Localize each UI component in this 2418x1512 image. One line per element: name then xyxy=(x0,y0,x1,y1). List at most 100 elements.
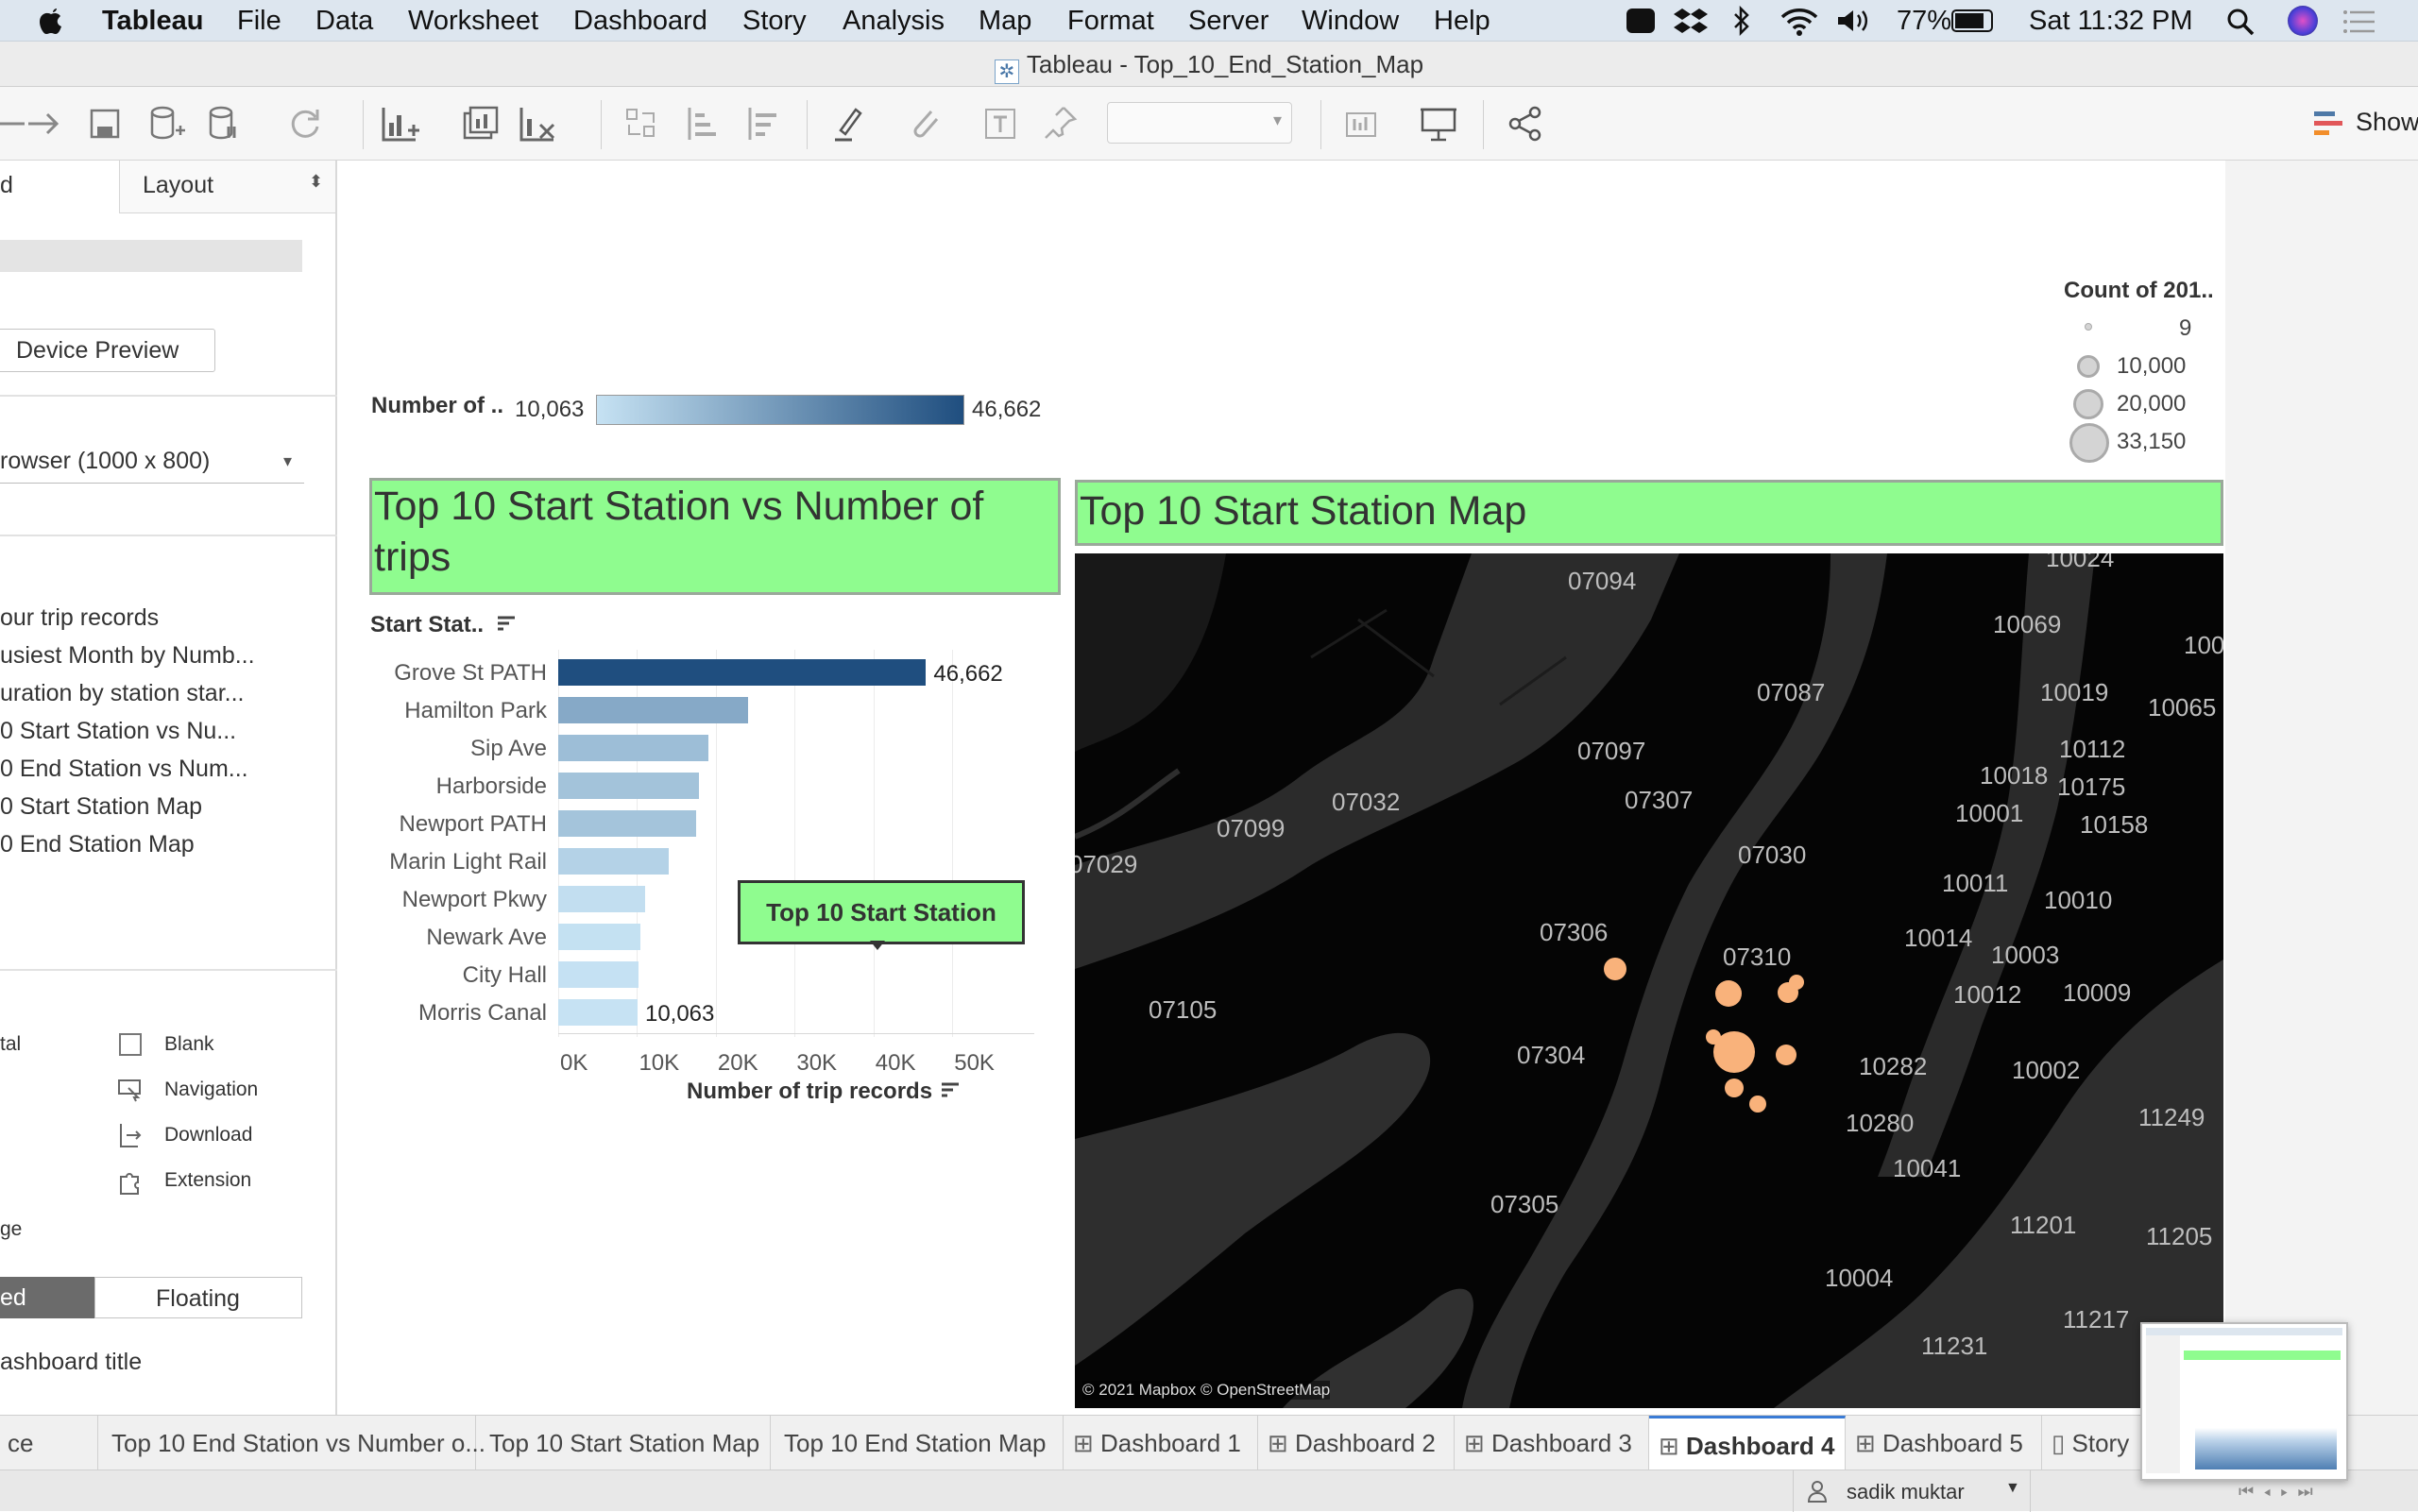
volume-icon[interactable] xyxy=(1836,8,1870,34)
story-tab[interactable]: ▯ Story xyxy=(2042,1416,2155,1470)
map-attribution[interactable]: © 2021 Mapbox © OpenStreetMap xyxy=(1082,1381,1331,1400)
layout-tab[interactable]: Layout ⬍ xyxy=(119,161,335,213)
bar[interactable] xyxy=(558,810,697,837)
dashboard-tab[interactable]: ⊞ Dashboard 5 xyxy=(1846,1416,2042,1470)
bar[interactable] xyxy=(558,886,645,912)
station-map[interactable]: 10024 07094 10069 100 07087 10019 10065 … xyxy=(1075,553,2223,1408)
menu-map[interactable]: Map xyxy=(979,6,1031,37)
fit-dropdown[interactable]: ▾ xyxy=(1107,102,1292,144)
object-navigation[interactable]: Navigation xyxy=(164,1079,258,1101)
dashboard-tab[interactable]: ⊞ Dashboard 1 xyxy=(1064,1416,1258,1470)
sheet-tab[interactable]: Top 10 End Station Map xyxy=(771,1416,1064,1470)
sort-ascending-icon[interactable] xyxy=(680,102,724,145)
sheet-navigation-arrows[interactable]: ⏮◂▸⏭ xyxy=(2239,1482,2323,1502)
bar[interactable] xyxy=(558,735,708,761)
notification-center-icon[interactable] xyxy=(2342,9,2376,34)
sheet-list-item[interactable]: uration by station star... xyxy=(0,680,244,707)
battery-icon[interactable] xyxy=(1951,9,1993,32)
tiled-toggle[interactable]: ed xyxy=(0,1277,94,1318)
device-preview-button[interactable]: Device Preview xyxy=(0,329,215,372)
dashboard-tab[interactable]: ⊞ Dashboard 2 xyxy=(1258,1416,1455,1470)
user-menu[interactable]: sadik muktar ▼ xyxy=(1793,1470,2031,1512)
highlight-icon[interactable] xyxy=(827,102,871,145)
dashboard-tab[interactable]: ⊞ Dashboard 3 xyxy=(1455,1416,1649,1470)
dashboard-tab-active[interactable]: ⊞ Dashboard 4 xyxy=(1649,1416,1846,1470)
menu-clock[interactable]: Sat 11:32 PM xyxy=(2029,6,2193,37)
menu-file[interactable]: File xyxy=(237,6,281,37)
sort-icon[interactable] xyxy=(940,1080,961,1101)
object-horizontal[interactable]: tal xyxy=(0,1033,21,1056)
station-marker[interactable] xyxy=(1776,1045,1796,1065)
show-me-icon[interactable] xyxy=(2314,110,2346,138)
menu-worksheet[interactable]: Worksheet xyxy=(408,6,538,37)
object-blank[interactable]: Blank xyxy=(164,1033,214,1056)
sort-icon[interactable] xyxy=(496,614,517,635)
station-marker[interactable] xyxy=(1713,1031,1755,1073)
floating-toggle[interactable]: Floating xyxy=(94,1277,302,1318)
bar[interactable] xyxy=(558,697,749,723)
station-marker[interactable] xyxy=(1715,980,1742,1007)
sheet-list-item[interactable]: 0 End Station vs Num... xyxy=(0,756,248,783)
object-extension[interactable]: Extension xyxy=(164,1169,251,1192)
sheet-tab[interactable]: Top 10 End Station vs Number o... xyxy=(98,1416,485,1470)
pin-icon[interactable] xyxy=(1039,102,1082,145)
sort-descending-icon[interactable] xyxy=(741,102,784,145)
sheet-tab[interactable]: ce xyxy=(0,1416,98,1470)
duplicate-sheet-icon[interactable] xyxy=(459,102,502,145)
screenshot-thumbnail[interactable] xyxy=(2140,1322,2348,1481)
siri-icon[interactable] xyxy=(2288,6,2318,36)
redo-icon[interactable] xyxy=(23,102,66,145)
show-mark-labels-icon[interactable] xyxy=(979,102,1022,145)
sheet-list-item[interactable]: 0 Start Station Map xyxy=(0,793,202,821)
share-icon[interactable] xyxy=(1504,102,1547,145)
menu-story[interactable]: Story xyxy=(742,6,807,37)
save-icon[interactable] xyxy=(83,102,127,145)
show-me-button[interactable]: Show xyxy=(2356,108,2418,137)
video-icon[interactable] xyxy=(1626,8,1655,33)
object-download[interactable]: Download xyxy=(164,1124,252,1147)
group-members-icon[interactable] xyxy=(903,102,946,145)
station-marker[interactable] xyxy=(1789,975,1804,990)
menu-dashboard[interactable]: Dashboard xyxy=(573,6,707,37)
clear-sheet-icon[interactable] xyxy=(516,102,559,145)
station-marker[interactable] xyxy=(1725,1079,1744,1097)
sheet-list-item[interactable]: 0 End Station Map xyxy=(0,831,195,858)
bar[interactable] xyxy=(558,659,927,686)
menu-window[interactable]: Window xyxy=(1302,6,1399,37)
apple-icon[interactable] xyxy=(38,5,64,35)
sheet-tab[interactable]: Top 10 Start Station Map xyxy=(476,1416,771,1470)
menu-format[interactable]: Format xyxy=(1067,6,1154,37)
menu-server[interactable]: Server xyxy=(1188,6,1269,37)
show-dashboard-title-option[interactable]: ashboard title xyxy=(0,1349,142,1376)
dropbox-icon[interactable] xyxy=(1674,7,1708,35)
station-marker[interactable] xyxy=(1749,1096,1766,1113)
refresh-icon[interactable] xyxy=(283,102,327,145)
station-marker[interactable] xyxy=(1604,958,1626,980)
object-image[interactable]: ge xyxy=(0,1218,22,1241)
presentation-mode-icon[interactable] xyxy=(1417,102,1460,145)
dashboard-tab[interactable]: d xyxy=(0,172,13,199)
bar[interactable] xyxy=(558,773,699,799)
bar[interactable] xyxy=(558,924,640,950)
bar[interactable] xyxy=(558,999,638,1026)
pause-updates-icon[interactable] xyxy=(202,102,246,145)
spotlight-search-icon[interactable] xyxy=(2225,7,2256,37)
tooltip-box[interactable]: Top 10 Start Station xyxy=(738,880,1025,944)
bar[interactable] xyxy=(558,961,639,988)
show-cards-icon[interactable] xyxy=(1341,102,1385,145)
menu-app-name[interactable]: Tableau xyxy=(102,6,203,37)
size-dropdown[interactable]: rowser (1000 x 800) ▾ xyxy=(0,446,304,484)
size-selector-bar[interactable] xyxy=(0,240,302,272)
swap-icon[interactable] xyxy=(620,102,663,145)
bar[interactable] xyxy=(558,848,669,875)
menu-data[interactable]: Data xyxy=(315,6,373,37)
sheet-list-item[interactable]: usiest Month by Numb... xyxy=(0,642,255,670)
sheet-list-item[interactable]: 0 Start Station vs Nu... xyxy=(0,718,236,745)
sheet-list-item[interactable]: our trip records xyxy=(0,604,159,632)
new-data-source-icon[interactable] xyxy=(144,102,187,145)
new-worksheet-icon[interactable] xyxy=(378,102,421,145)
menu-help[interactable]: Help xyxy=(1434,6,1490,37)
wifi-icon[interactable] xyxy=(1779,6,1819,36)
bluetooth-icon[interactable] xyxy=(1732,6,1751,36)
menu-analysis[interactable]: Analysis xyxy=(843,6,945,37)
